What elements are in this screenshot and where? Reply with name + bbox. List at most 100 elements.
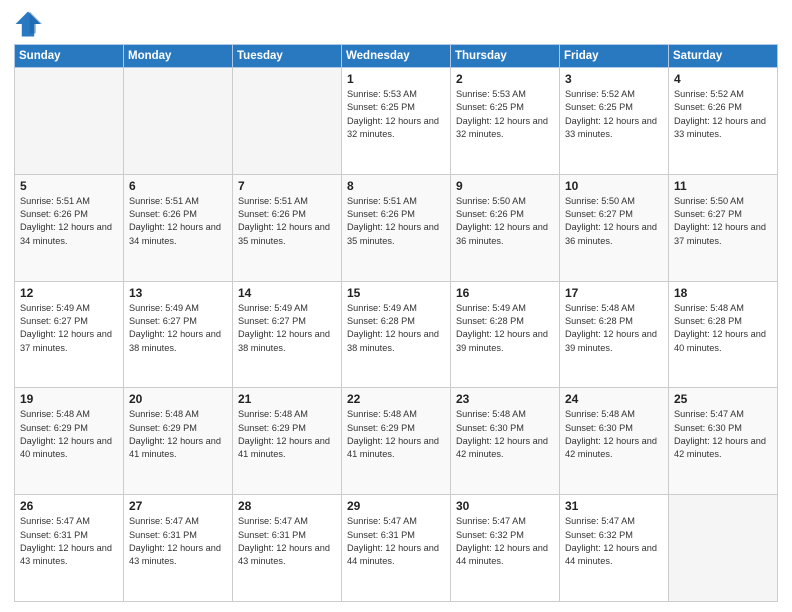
day-info: Sunrise: 5:48 AM Sunset: 6:29 PM Dayligh…	[129, 408, 227, 461]
calendar-cell: 20 Sunrise: 5:48 AM Sunset: 6:29 PM Dayli…	[124, 388, 233, 495]
day-number: 24	[565, 392, 663, 406]
calendar-cell: 28 Sunrise: 5:47 AM Sunset: 6:31 PM Dayli…	[233, 495, 342, 602]
calendar-cell: 22 Sunrise: 5:48 AM Sunset: 6:29 PM Dayli…	[342, 388, 451, 495]
day-info: Sunrise: 5:50 AM Sunset: 6:26 PM Dayligh…	[456, 195, 554, 248]
day-info: Sunrise: 5:51 AM Sunset: 6:26 PM Dayligh…	[129, 195, 227, 248]
calendar-cell: 29Sunrise: 5:47 AM Sunset: 6:31 PM Dayli…	[342, 495, 451, 602]
day-number: 25	[674, 392, 772, 406]
calendar-cell	[233, 68, 342, 175]
day-number: 20	[129, 392, 227, 406]
day-number: 13	[129, 286, 227, 300]
day-info: Sunrise: 5:49 AM Sunset: 6:28 PM Dayligh…	[347, 302, 445, 355]
day-number: 31	[565, 499, 663, 513]
day-info: Sunrise: 5:47 AM Sunset: 6:31 PM Dayligh…	[238, 515, 336, 568]
day-of-week-header: Wednesday	[342, 45, 451, 68]
day-number: 8	[347, 179, 445, 193]
day-number: 28	[238, 499, 336, 513]
day-number: 4	[674, 72, 772, 86]
day-info: Sunrise: 5:51 AM Sunset: 6:26 PM Dayligh…	[347, 195, 445, 248]
day-of-week-header: Sunday	[15, 45, 124, 68]
calendar-cell: 8 Sunrise: 5:51 AM Sunset: 6:26 PM Daylig…	[342, 174, 451, 281]
calendar-week-row: 5 Sunrise: 5:51 AM Sunset: 6:26 PM Daylig…	[15, 174, 778, 281]
day-info: Sunrise: 5:48 AM Sunset: 6:28 PM Dayligh…	[565, 302, 663, 355]
calendar-cell: 11Sunrise: 5:50 AM Sunset: 6:27 PM Dayli…	[669, 174, 778, 281]
day-info: Sunrise: 5:48 AM Sunset: 6:29 PM Dayligh…	[347, 408, 445, 461]
day-info: Sunrise: 5:47 AM Sunset: 6:31 PM Dayligh…	[347, 515, 445, 568]
day-info: Sunrise: 5:47 AM Sunset: 6:32 PM Dayligh…	[456, 515, 554, 568]
day-of-week-header: Friday	[560, 45, 669, 68]
calendar: SundayMondayTuesdayWednesdayThursdayFrid…	[14, 44, 778, 602]
calendar-cell: 30 Sunrise: 5:47 AM Sunset: 6:32 PM Dayli…	[451, 495, 560, 602]
calendar-header-row: SundayMondayTuesdayWednesdayThursdayFrid…	[15, 45, 778, 68]
calendar-week-row: 12 Sunrise: 5:49 AM Sunset: 6:27 PM Dayli…	[15, 281, 778, 388]
day-number: 21	[238, 392, 336, 406]
day-info: Sunrise: 5:47 AM Sunset: 6:31 PM Dayligh…	[20, 515, 118, 568]
day-number: 14	[238, 286, 336, 300]
calendar-cell: 6Sunrise: 5:51 AM Sunset: 6:26 PM Daylig…	[124, 174, 233, 281]
day-info: Sunrise: 5:48 AM Sunset: 6:28 PM Dayligh…	[674, 302, 772, 355]
calendar-week-row: 26 Sunrise: 5:47 AM Sunset: 6:31 PM Dayli…	[15, 495, 778, 602]
day-info: Sunrise: 5:49 AM Sunset: 6:27 PM Dayligh…	[129, 302, 227, 355]
day-number: 30	[456, 499, 554, 513]
calendar-cell	[124, 68, 233, 175]
calendar-cell: 25Sunrise: 5:47 AM Sunset: 6:30 PM Dayli…	[669, 388, 778, 495]
day-number: 5	[20, 179, 118, 193]
calendar-body: 1 Sunrise: 5:53 AM Sunset: 6:25 PM Daylig…	[15, 68, 778, 602]
day-of-week-header: Tuesday	[233, 45, 342, 68]
calendar-cell: 9Sunrise: 5:50 AM Sunset: 6:26 PM Daylig…	[451, 174, 560, 281]
logo	[14, 10, 46, 38]
day-info: Sunrise: 5:51 AM Sunset: 6:26 PM Dayligh…	[20, 195, 118, 248]
day-of-week-header: Monday	[124, 45, 233, 68]
day-info: Sunrise: 5:51 AM Sunset: 6:26 PM Dayligh…	[238, 195, 336, 248]
calendar-cell	[15, 68, 124, 175]
calendar-week-row: 1 Sunrise: 5:53 AM Sunset: 6:25 PM Daylig…	[15, 68, 778, 175]
calendar-cell: 21Sunrise: 5:48 AM Sunset: 6:29 PM Dayli…	[233, 388, 342, 495]
calendar-cell: 3Sunrise: 5:52 AM Sunset: 6:25 PM Daylig…	[560, 68, 669, 175]
day-info: Sunrise: 5:48 AM Sunset: 6:29 PM Dayligh…	[20, 408, 118, 461]
calendar-cell: 5 Sunrise: 5:51 AM Sunset: 6:26 PM Daylig…	[15, 174, 124, 281]
day-number: 27	[129, 499, 227, 513]
day-number: 7	[238, 179, 336, 193]
day-of-week-header: Saturday	[669, 45, 778, 68]
calendar-cell: 4 Sunrise: 5:52 AM Sunset: 6:26 PM Daylig…	[669, 68, 778, 175]
calendar-cell: 12Sunrise: 5:49 AM Sunset: 6:27 PM Dayli…	[15, 281, 124, 388]
day-number: 23	[456, 392, 554, 406]
day-number: 16	[456, 286, 554, 300]
header	[14, 10, 778, 38]
calendar-cell: 15 Sunrise: 5:49 AM Sunset: 6:28 PM Dayli…	[342, 281, 451, 388]
calendar-cell: 10 Sunrise: 5:50 AM Sunset: 6:27 PM Dayli…	[560, 174, 669, 281]
calendar-cell: 1Sunrise: 5:53 AM Sunset: 6:25 PM Daylig…	[342, 68, 451, 175]
calendar-cell: 31 Sunrise: 5:47 AM Sunset: 6:32 PM Dayli…	[560, 495, 669, 602]
calendar-cell: 7 Sunrise: 5:51 AM Sunset: 6:26 PM Daylig…	[233, 174, 342, 281]
calendar-cell: 13 Sunrise: 5:49 AM Sunset: 6:27 PM Dayli…	[124, 281, 233, 388]
day-info: Sunrise: 5:52 AM Sunset: 6:26 PM Dayligh…	[674, 88, 772, 141]
day-number: 18	[674, 286, 772, 300]
day-number: 17	[565, 286, 663, 300]
day-info: Sunrise: 5:53 AM Sunset: 6:25 PM Dayligh…	[456, 88, 554, 141]
calendar-cell	[669, 495, 778, 602]
day-number: 3	[565, 72, 663, 86]
calendar-cell: 26 Sunrise: 5:47 AM Sunset: 6:31 PM Dayli…	[15, 495, 124, 602]
calendar-cell: 24Sunrise: 5:48 AM Sunset: 6:30 PM Dayli…	[560, 388, 669, 495]
calendar-cell: 16 Sunrise: 5:49 AM Sunset: 6:28 PM Dayli…	[451, 281, 560, 388]
calendar-week-row: 19Sunrise: 5:48 AM Sunset: 6:29 PM Dayli…	[15, 388, 778, 495]
day-number: 1	[347, 72, 445, 86]
day-number: 22	[347, 392, 445, 406]
day-number: 2	[456, 72, 554, 86]
calendar-cell: 14 Sunrise: 5:49 AM Sunset: 6:27 PM Dayli…	[233, 281, 342, 388]
day-info: Sunrise: 5:49 AM Sunset: 6:27 PM Dayligh…	[238, 302, 336, 355]
day-info: Sunrise: 5:47 AM Sunset: 6:32 PM Dayligh…	[565, 515, 663, 568]
day-number: 10	[565, 179, 663, 193]
page: SundayMondayTuesdayWednesdayThursdayFrid…	[0, 0, 792, 612]
day-number: 26	[20, 499, 118, 513]
day-number: 15	[347, 286, 445, 300]
calendar-cell: 19Sunrise: 5:48 AM Sunset: 6:29 PM Dayli…	[15, 388, 124, 495]
day-info: Sunrise: 5:50 AM Sunset: 6:27 PM Dayligh…	[565, 195, 663, 248]
day-info: Sunrise: 5:49 AM Sunset: 6:28 PM Dayligh…	[456, 302, 554, 355]
day-number: 11	[674, 179, 772, 193]
calendar-cell: 2 Sunrise: 5:53 AM Sunset: 6:25 PM Daylig…	[451, 68, 560, 175]
calendar-cell: 27Sunrise: 5:47 AM Sunset: 6:31 PM Dayli…	[124, 495, 233, 602]
day-of-week-header: Thursday	[451, 45, 560, 68]
day-number: 12	[20, 286, 118, 300]
calendar-cell: 18 Sunrise: 5:48 AM Sunset: 6:28 PM Dayli…	[669, 281, 778, 388]
